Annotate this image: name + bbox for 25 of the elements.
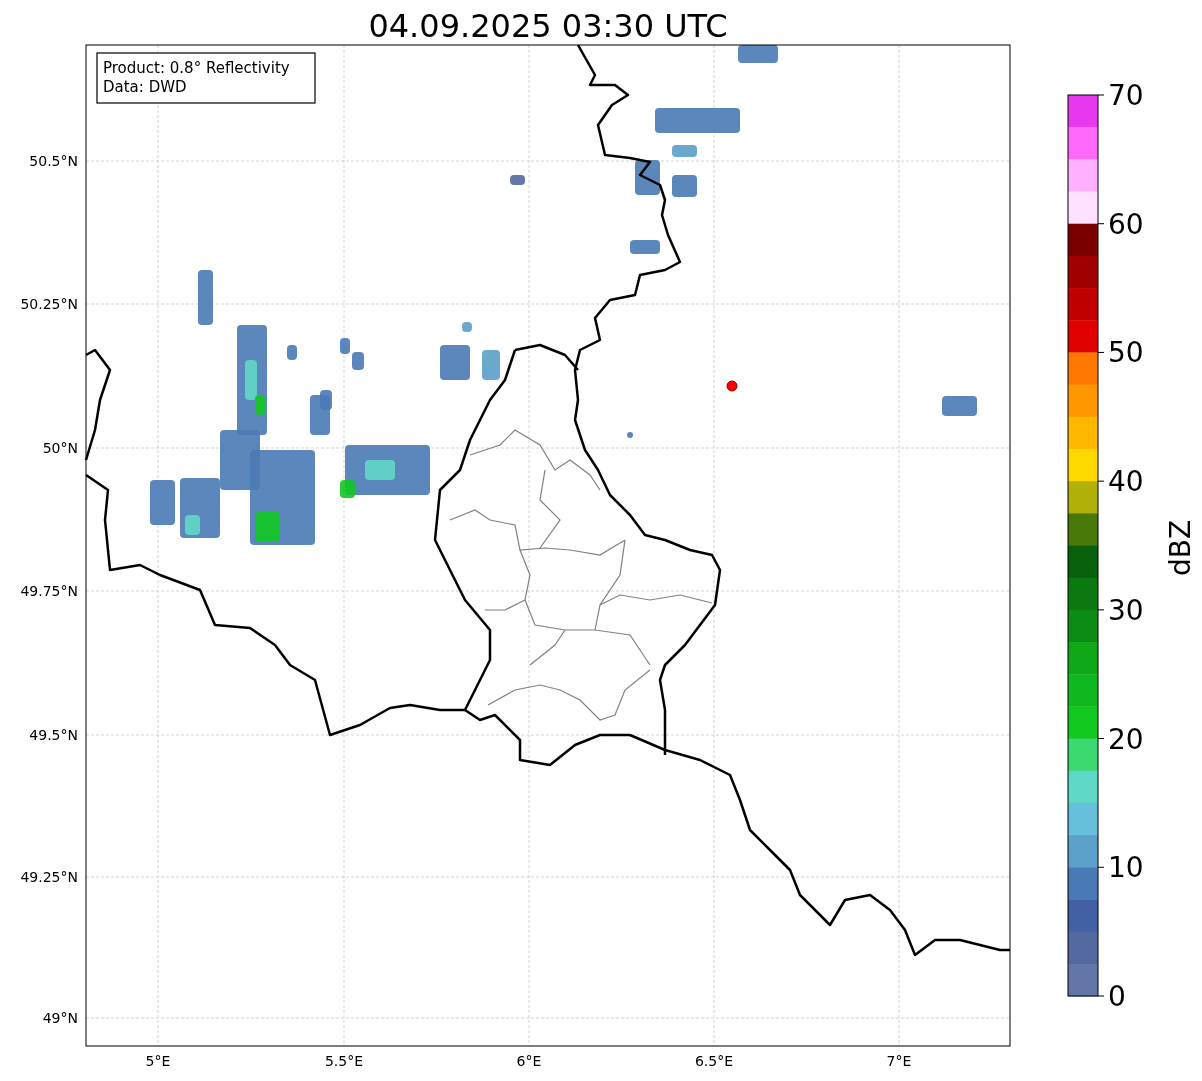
info-text: Data: DWD: [103, 78, 187, 96]
latitude-label: 50.5°N: [29, 153, 78, 169]
latitude-label: 49.75°N: [20, 583, 78, 599]
longitude-label: 5°E: [145, 1053, 171, 1069]
latitude-label: 49°N: [42, 1010, 78, 1026]
colorbar-tick-label: 10: [1108, 851, 1144, 885]
location-marker: [726, 380, 738, 392]
colorbar-tick-label: 40: [1108, 465, 1144, 499]
colorbar-tick-label: 50: [1108, 336, 1144, 370]
colorbar-tick-label: 0: [1108, 980, 1126, 1013]
info-text: Product: 0.8° Reflectivity: [103, 59, 290, 77]
latitude-label: 50.25°N: [20, 296, 78, 312]
longitude-label: 5.5°E: [324, 1053, 364, 1069]
longitude-label: 6.5°E: [694, 1053, 734, 1069]
colorbar-label: dBZ: [1164, 519, 1197, 577]
chart-title: 04.09.2025 03:30 UTC: [368, 7, 728, 45]
colorbar-tick-label: 30: [1108, 593, 1144, 627]
colorbar-tick-label: 60: [1108, 207, 1144, 241]
latitude-label: 49.5°N: [29, 727, 78, 743]
colorbar-tick-label: 70: [1108, 79, 1144, 112]
longitude-label: 6°E: [516, 1053, 542, 1069]
latitude-label: 50°N: [42, 440, 78, 456]
latitude-label: 49.25°N: [20, 869, 78, 885]
colorbar-tick-label: 20: [1108, 722, 1144, 756]
longitude-label: 7°E: [886, 1053, 912, 1069]
